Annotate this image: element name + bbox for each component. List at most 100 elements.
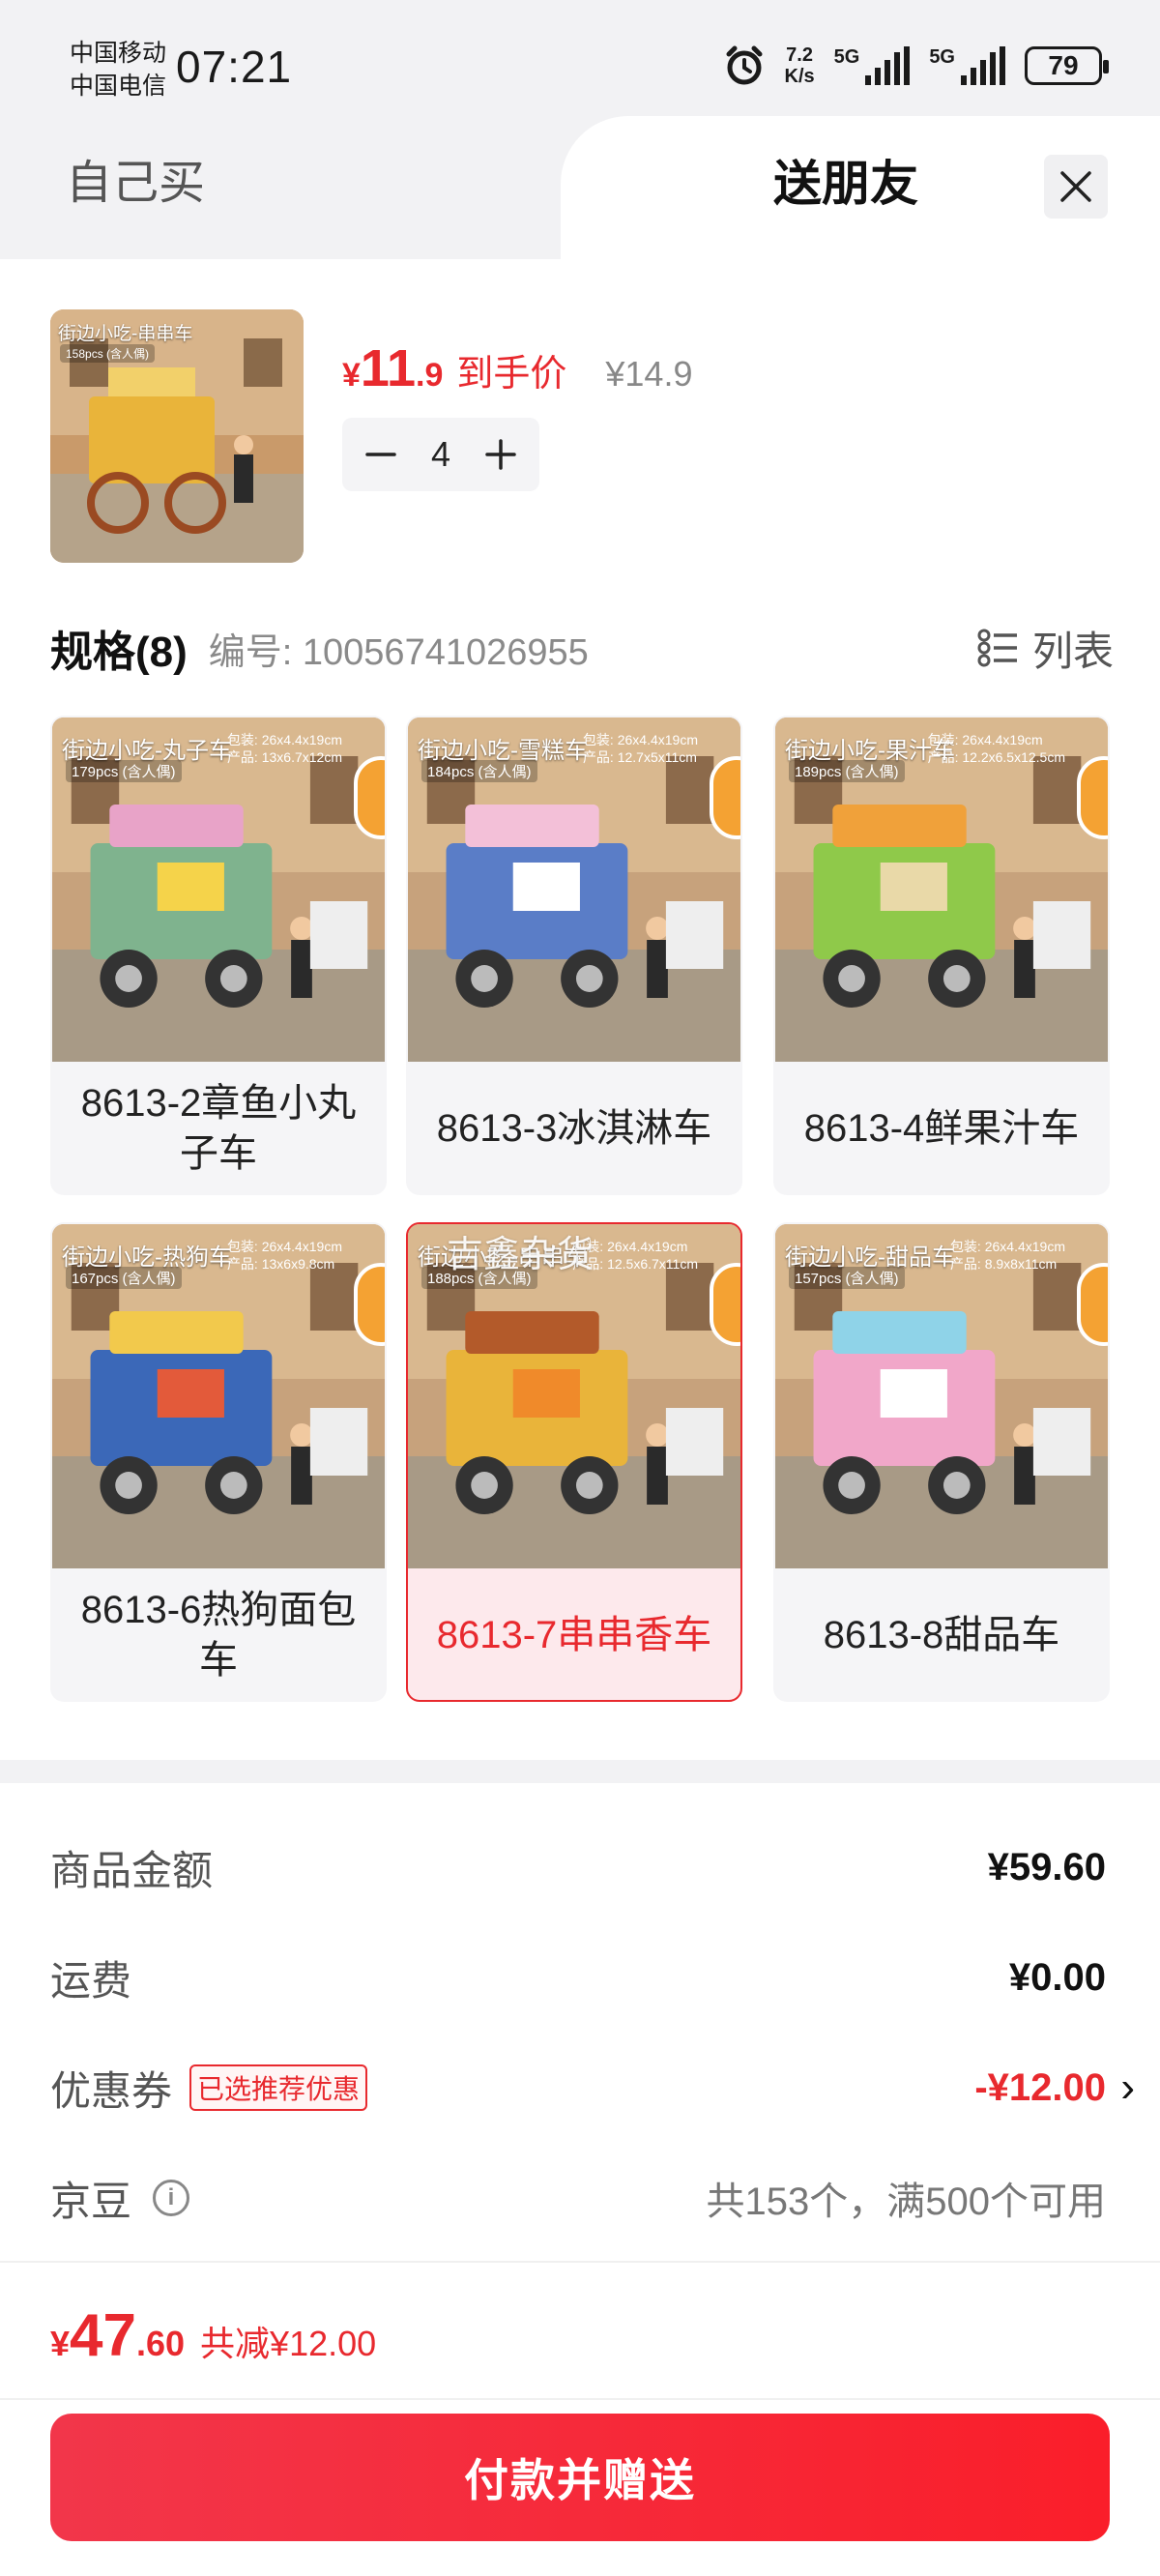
footer-divider xyxy=(0,2261,1160,2263)
shipping-row: 运费 ¥0.00 xyxy=(50,1944,1110,2011)
footer-divider-2 xyxy=(0,2398,1160,2400)
product-thumbnail[interactable]: 街边小吃-串串车 158pcs (含人偶) xyxy=(50,309,304,563)
spec-option-label: 8613-2章鱼小丸子车 xyxy=(80,1082,357,1175)
spec-option-card[interactable]: 街边小吃-果汁车 189pcs (含人偶) 包装: 26x4.4x19cm 产品: 1… xyxy=(773,716,1110,1195)
spec-option-card[interactable]: 街边小吃-雪糕车 184pcs (含人偶) 包装: 26x4.4x19cm 产品: 1… xyxy=(406,716,742,1195)
total-row: ¥ 47 .60 共减¥12.00 xyxy=(50,2301,376,2370)
spec-option-piece-count: 189pcs (含人偶) xyxy=(789,760,905,782)
net-speed: 7.2 K/s xyxy=(785,44,815,87)
info-icon[interactable]: i xyxy=(153,2180,190,2216)
carrier-1: 中国移动 xyxy=(70,40,167,67)
spec-option-card[interactable]: 街边小吃-热狗车 167pcs (含人偶) 包装: 26x4.4x19cm 产品: 1… xyxy=(50,1222,387,1702)
shipping-label: 运费 xyxy=(50,1957,132,2004)
total-discount: 共减¥12.00 xyxy=(200,2324,377,2363)
thumbnail-caption: 街边小吃-串串车 xyxy=(58,324,193,344)
package-dimensions: 包装: 26x4.4x19cm xyxy=(582,732,698,747)
price-currency: ¥ xyxy=(342,357,361,394)
clock: 07:21 xyxy=(176,42,293,92)
carrier-labels: 中国移动 中国电信 xyxy=(70,37,166,102)
net-speed-value: 7.2 xyxy=(786,44,813,66)
package-dimensions: 包装: 26x4.4x19cm xyxy=(927,732,1043,747)
tab-buy-for-self[interactable]: 自己买 xyxy=(0,145,561,222)
pay-and-gift-button[interactable]: 付款并赠送 xyxy=(50,2414,1110,2541)
store-watermark: 吉鑫杂货 xyxy=(447,1235,594,1275)
product-dimensions: 产品: 13x6.7x12cm xyxy=(226,749,342,765)
minus-icon xyxy=(365,453,396,456)
spec-option-dimensions: 包装: 26x4.4x19cm 产品: 13x6x9.8cm xyxy=(227,1238,342,1273)
coupon-label: 优惠券 xyxy=(50,2067,173,2114)
spec-option-label: 8613-7串串香车 xyxy=(436,1614,712,1656)
price-label: 到手价 xyxy=(456,354,567,395)
spec-option-piece-count: 179pcs (含人偶) xyxy=(66,760,182,782)
increase-button[interactable] xyxy=(481,435,520,474)
list-view-toggle[interactable]: 列表 xyxy=(976,619,1114,677)
spec-option-dimensions: 包装: 26x4.4x19cm 产品: 12.7x5x11cm xyxy=(583,731,698,766)
thumbnail-sub: 158pcs (含人偶) xyxy=(60,344,156,363)
spec-option-card[interactable]: 街边小吃-丸子车 179pcs (含人偶) 包装: 26x4.4x19cm 产品: 1… xyxy=(50,716,387,1195)
goods-amount-row: 商品金额 ¥59.60 xyxy=(50,1833,1110,1901)
carrier-2: 中国电信 xyxy=(70,73,167,100)
spec-option-piece-count: 167pcs (含人偶) xyxy=(66,1267,182,1289)
tab-self-label: 自己买 xyxy=(65,158,205,209)
jd-beans-label: 京豆 xyxy=(50,2178,132,2224)
jd-beans-value: 共153个，满500个可用 xyxy=(706,2181,1106,2223)
spec-option-label: 8613-6热狗面包车 xyxy=(80,1589,357,1682)
new-badge-icon xyxy=(354,756,385,839)
quantity-value[interactable]: 4 xyxy=(431,434,450,475)
coupon-row[interactable]: 优惠券 已选推荐优惠 -¥12.00 › xyxy=(50,2054,1135,2122)
plus-icon xyxy=(485,439,516,470)
spec-option-label: 8613-8甜品车 xyxy=(823,1614,1060,1656)
product-code: 编号: 10056741026955 xyxy=(208,631,589,673)
section-divider xyxy=(0,1760,1160,1783)
package-dimensions: 包装: 26x4.4x19cm xyxy=(949,1239,1065,1254)
spec-option-piece-count: 184pcs (含人偶) xyxy=(421,760,537,782)
spec-option-dimensions: 包装: 26x4.4x19cm 产品: 13x6.7x12cm xyxy=(227,731,342,766)
coupon-badge: 已选推荐优惠 xyxy=(189,2064,368,2111)
mode-tabs: 自己买 送朋友 xyxy=(0,116,1160,259)
total-currency: ¥ xyxy=(50,2324,71,2363)
spec-option-label: 8613-3冰淇淋车 xyxy=(436,1107,712,1150)
tab-gift-to-friend[interactable]: 送朋友 xyxy=(773,145,918,222)
battery-level: 79 xyxy=(1048,50,1079,80)
list-icon xyxy=(977,629,1017,667)
spec-options-grid: 街边小吃-丸子车 179pcs (含人偶) 包装: 26x4.4x19cm 产品: 1… xyxy=(50,716,1112,1702)
price-integer: 11 xyxy=(360,339,417,397)
new-badge-icon xyxy=(1077,756,1108,839)
battery-icon: 79 xyxy=(1025,46,1109,85)
decrease-button[interactable] xyxy=(362,435,400,474)
chevron-right-icon: › xyxy=(1120,2064,1135,2111)
product-dimensions: 产品: 12.2x6.5x12.5cm xyxy=(927,749,1065,765)
original-price: ¥14.9 xyxy=(605,354,693,394)
price-decimal: .9 xyxy=(416,357,444,394)
product-dimensions: 产品: 12.7x5x11cm xyxy=(582,749,697,765)
spec-option-piece-count: 157pcs (含人偶) xyxy=(789,1267,905,1289)
alarm-icon xyxy=(726,45,762,85)
new-badge-icon xyxy=(710,756,740,839)
sim1-label: 5G xyxy=(833,46,860,68)
shipping-value: ¥0.00 xyxy=(1008,1955,1106,1999)
goods-amount-label: 商品金额 xyxy=(50,1847,214,1893)
new-badge-icon xyxy=(1077,1263,1108,1346)
product-dimensions: 产品: 13x6x9.8cm xyxy=(226,1256,335,1272)
status-icons: 7.2 K/s 5G 5G 79 xyxy=(723,44,1109,87)
new-badge-icon xyxy=(710,1263,740,1346)
total-decimal: .60 xyxy=(136,2324,186,2363)
close-button[interactable] xyxy=(1044,155,1108,219)
sim2-label: 5G xyxy=(929,46,955,68)
spec-option-dimensions: 包装: 26x4.4x19cm 产品: 12.2x6.5x12.5cm xyxy=(928,731,1065,766)
spec-option-card[interactable]: 街边小吃-甜品车 157pcs (含人偶) 包装: 26x4.4x19cm 产品: 8… xyxy=(773,1222,1110,1702)
new-badge-icon xyxy=(354,1263,385,1346)
signal-icon-sim1: 5G xyxy=(834,46,911,85)
quantity-stepper: 4 xyxy=(342,418,539,491)
list-toggle-label: 列表 xyxy=(1031,628,1114,674)
price-row: ¥ 11 .9 到手价 ¥14.9 xyxy=(342,338,692,398)
spec-option-card[interactable]: 街边小吃-串串车 188pcs (含人偶) 包装: 26x4.4x19cm 产品: 1… xyxy=(406,1222,742,1702)
product-dimensions: 产品: 8.9x8x11cm xyxy=(949,1256,1058,1272)
total-integer: 47 xyxy=(70,2302,136,2369)
goods-amount-value: ¥59.60 xyxy=(987,1845,1106,1888)
spec-title: 规格(8) xyxy=(50,629,188,676)
signal-icon-sim2: 5G xyxy=(929,46,1005,85)
jd-beans-row: 京豆 i 共153个，满500个可用 xyxy=(50,2164,1110,2232)
net-speed-unit: K/s xyxy=(784,66,815,87)
spec-option-dimensions: 包装: 26x4.4x19cm 产品: 8.9x8x11cm xyxy=(950,1238,1065,1273)
